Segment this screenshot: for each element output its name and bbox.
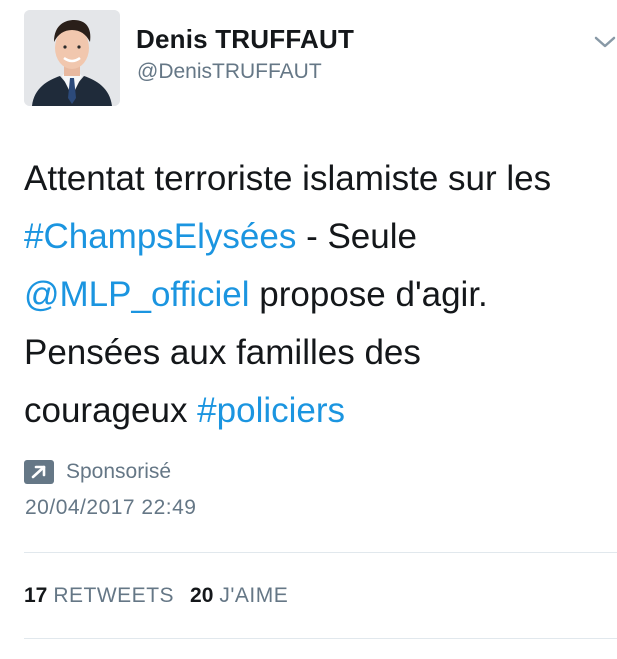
- sponsored-label: Sponsorisé: [66, 460, 172, 483]
- tweet-line-2: #ChampsElysées - Seule: [24, 208, 604, 266]
- tweet-timestamp[interactable]: 20/04/2017 22:49: [25, 496, 197, 520]
- sponsored-indicator[interactable]: Sponsorisé: [24, 459, 171, 485]
- tweet-text: Attentat terroriste islamiste sur les #C…: [24, 150, 604, 440]
- likes-label: J'AIME: [219, 584, 289, 607]
- author-handle[interactable]: @DenisTRUFFAUT: [137, 60, 322, 84]
- tweet-card: Denis TRUFFAUT @DenisTRUFFAUT Attentat t…: [0, 0, 617, 659]
- divider: [24, 552, 617, 553]
- retweets-stat[interactable]: 17 RETWEETS: [24, 584, 174, 608]
- tweet-line-4: Pensées aux familles des: [24, 324, 604, 382]
- hashtag-champselysees-link[interactable]: #ChampsElysées: [24, 217, 296, 256]
- hashtag-policiers-link[interactable]: #policiers: [197, 391, 345, 430]
- divider: [24, 638, 617, 639]
- likes-stat[interactable]: 20 J'AIME: [190, 584, 288, 608]
- tweet-text-segment: - Seule: [296, 217, 417, 256]
- avatar[interactable]: [24, 10, 120, 106]
- retweets-count: 17: [24, 584, 48, 607]
- tweet-text-segment: courageux: [24, 391, 198, 430]
- tweet-text-segment: Attentat terroriste islamiste sur les: [24, 159, 552, 198]
- avatar-photo: [24, 10, 120, 106]
- tweet-text-segment: propose d'agir.: [249, 275, 488, 314]
- tweet-text-segment: Pensées aux familles des: [24, 333, 421, 372]
- tweet-stats: 17 RETWEETS 20 J'AIME: [24, 584, 288, 608]
- tweet-line-5: courageux #policiers: [24, 382, 604, 440]
- mention-mlp-officiel-link[interactable]: @MLP_officiel: [24, 275, 250, 314]
- tweet-line-1: Attentat terroriste islamiste sur les: [24, 150, 604, 208]
- likes-count: 20: [190, 584, 214, 607]
- tweet-line-3: @MLP_officiel propose d'agir.: [24, 266, 604, 324]
- author-name[interactable]: Denis TRUFFAUT: [136, 24, 354, 55]
- retweets-label: RETWEETS: [53, 584, 175, 607]
- promoted-arrow-icon: [24, 460, 54, 484]
- chevron-down-icon[interactable]: [592, 32, 617, 52]
